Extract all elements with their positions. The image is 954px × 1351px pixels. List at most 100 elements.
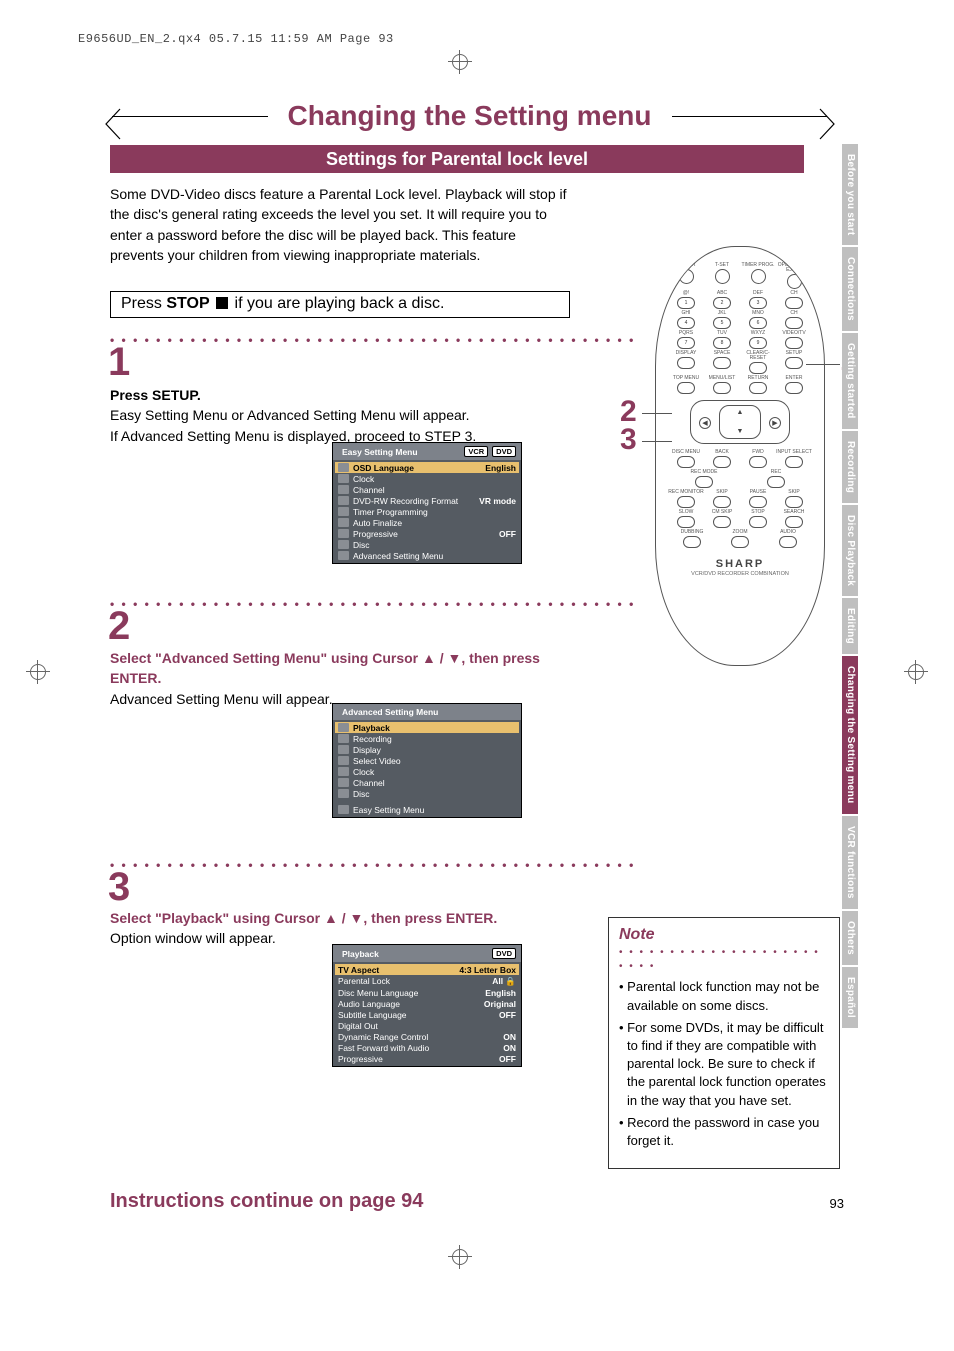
menu-row-label: Playback <box>353 723 516 733</box>
menu-row: Auto Finalize <box>335 517 519 528</box>
leader-line <box>806 364 840 365</box>
remote-label: SPACE <box>714 351 731 356</box>
menu-row: Clock <box>335 473 519 484</box>
remote-label: INPUT SELECT <box>776 450 812 455</box>
remote-button-col: SLOW <box>668 510 704 528</box>
menu-row: Disc <box>335 539 519 550</box>
stop-instruction-box: Press STOP if you are playing back a dis… <box>110 291 570 318</box>
side-tab[interactable]: Recording <box>842 431 858 503</box>
remote-button <box>749 382 767 394</box>
menu-row-label: Audio Language <box>338 999 484 1009</box>
menu-row: Playback <box>335 722 519 733</box>
remote-button-col: PAUSE <box>740 490 776 508</box>
menu-row-icon <box>338 518 349 527</box>
leader-line <box>642 441 672 442</box>
remote-label: TUV <box>717 331 727 336</box>
remote-button-col: @! 1 <box>668 291 704 309</box>
remote-button <box>785 516 803 528</box>
menu-row: Progressive OFF <box>335 1053 519 1064</box>
remote-label: SKIP <box>788 490 799 495</box>
remote-button-col: TOP MENU <box>668 376 704 394</box>
side-tab[interactable]: Connections <box>842 247 858 331</box>
side-tab[interactable]: Disc Playback <box>842 505 858 596</box>
divider-dots: • • • • • • • • • • • • • • • • • • • • … <box>110 333 635 347</box>
remote-button-col: REC MONITOR <box>668 490 704 508</box>
menu-row: Digital Out <box>335 1020 519 1031</box>
remote-label: TIMER PROG. <box>741 263 774 268</box>
menu-row-value: ON <box>503 1032 516 1042</box>
menu-row-icon <box>338 778 349 787</box>
remote-navpad: ◀ ▶ ▲ ▼ <box>690 400 790 444</box>
menu-row: DVD-RW Recording Format VR mode <box>335 495 519 506</box>
remote-button-col: DUBBING <box>674 530 710 548</box>
playback-menu-title: Playback <box>342 949 488 959</box>
nav-enter: ▲ ▼ <box>719 405 761 439</box>
side-tab[interactable]: Others <box>842 911 858 965</box>
menu-row: Select Video <box>335 755 519 766</box>
remote-label: SLOW <box>679 510 694 515</box>
side-tab[interactable]: Before you start <box>842 144 858 245</box>
note-item: Record the password in case you forget i… <box>619 1114 829 1150</box>
registration-mark-top <box>448 50 472 74</box>
leader-line <box>642 413 672 414</box>
remote-button <box>677 516 695 528</box>
menu-row-value: All 🔒 <box>492 976 516 987</box>
remote-button <box>785 456 803 468</box>
remote-button-col: CH <box>776 311 812 329</box>
menu-row: Advanced Setting Menu <box>335 550 519 561</box>
remote-button-col: DEF 3 <box>740 291 776 309</box>
remote-button-col: SEARCH <box>776 510 812 528</box>
note-box: Note • • • • • • • • • • • • • • • • • •… <box>608 917 840 1169</box>
remote-button: 3 <box>749 297 767 309</box>
menu-row: Clock <box>335 766 519 777</box>
step-2-heading: Select "Advanced Setting Menu" using Cur… <box>110 648 590 689</box>
note-item: For some DVDs, it may be difficult to fi… <box>619 1019 829 1110</box>
remote-label: CM SKIP <box>712 510 733 515</box>
print-stamp: E9656UD_EN_2.qx4 05.7.15 11:59 AM Page 9… <box>78 32 394 46</box>
side-tab[interactable]: VCR functions <box>842 816 858 909</box>
remote-button-col: DISC MENU <box>668 450 704 468</box>
menu-row: Subtitle Language OFF <box>335 1009 519 1020</box>
title-bracket-right <box>804 107 838 141</box>
remote-button-col: ENTER <box>776 376 812 394</box>
step-3-number: 3 <box>108 865 130 910</box>
menu-row-value: OFF <box>499 1054 516 1064</box>
callout-3: 3 <box>620 423 637 457</box>
remote-button <box>731 536 749 548</box>
remote-label: CLEAR/C-RESET <box>740 351 776 361</box>
menu-row-value: English <box>485 463 516 473</box>
menu-row-icon <box>338 496 349 505</box>
nav-down-icon: ▼ <box>720 428 760 435</box>
remote-button-col: OPEN/CLOSE EJECT <box>776 263 812 289</box>
remote-button-col: STOP <box>740 510 776 528</box>
menu-row: Disc Menu Language English <box>335 987 519 998</box>
remote-button-col: SKIP <box>776 490 812 508</box>
remote-label: DEF <box>753 291 763 296</box>
menu-row-label: TV Aspect <box>338 965 459 975</box>
remote-button-col: SETUP <box>776 351 812 374</box>
stop-prefix: Press <box>121 295 166 312</box>
remote-brand: SHARP <box>664 558 816 570</box>
page-number: 93 <box>830 1196 844 1211</box>
remote-button-col: CH <box>776 291 812 309</box>
remote-button: 8 <box>713 337 731 349</box>
step-1-body: Easy Setting Menu or Advanced Setting Me… <box>110 405 590 446</box>
menu-row-icon <box>338 805 349 814</box>
remote-label: DISPLAY <box>676 351 697 356</box>
side-tab[interactable]: Editing <box>842 598 858 654</box>
menu-row-icon <box>338 767 349 776</box>
remote-button-col: DISPLAY <box>668 351 704 374</box>
side-tab[interactable]: Español <box>842 967 858 1028</box>
remote-label: PQRS <box>679 331 693 336</box>
remote-button-col: TIMER PROG. <box>740 263 776 289</box>
step-2-number: 2 <box>108 604 130 649</box>
menu-row: Channel <box>335 484 519 495</box>
remote-button-col: T-SET <box>704 263 740 289</box>
side-tab[interactable]: Changing the Setting menu <box>842 656 858 814</box>
remote-label: WXYZ <box>751 331 765 336</box>
remote-button-col: CM SKIP <box>704 510 740 528</box>
remote-label: OPEN/CLOSE EJECT <box>776 263 812 273</box>
side-tab[interactable]: Getting started <box>842 333 858 429</box>
remote-label: ZOOM <box>733 530 748 535</box>
menu-row-label: Auto Finalize <box>353 518 512 528</box>
